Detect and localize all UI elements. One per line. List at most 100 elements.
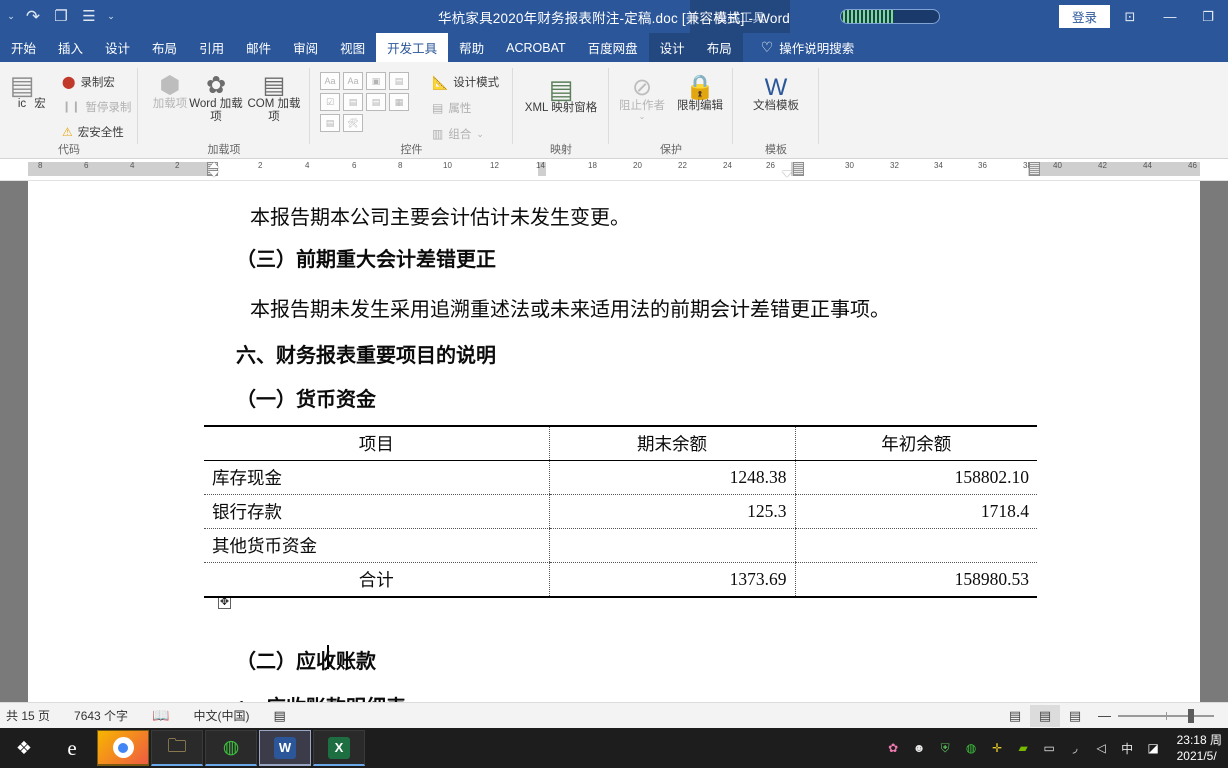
document-page[interactable]: 本报告期本公司主要会计估计未发生变更。 （三）前期重大会计差错更正 本报告期未发… <box>28 181 1200 702</box>
combo-box-control-icon[interactable]: ▤ <box>343 93 363 111</box>
ruler-tabstop-far[interactable] <box>1029 162 1040 176</box>
proofing-errors-icon[interactable]: 📖 <box>140 707 181 724</box>
tab-developer[interactable]: 开发工具 <box>376 33 449 62</box>
ruler-tabstop-right[interactable] <box>793 162 804 176</box>
sakura-icon[interactable]: ✿ <box>885 740 902 757</box>
qq-icon[interactable]: ☻ <box>911 740 928 757</box>
print-layout-view-button[interactable]: ▤ <box>1030 704 1060 727</box>
file-explorer-icon[interactable]: 🗀 <box>151 730 203 766</box>
com-add-ins-button[interactable]: ▤ COM 加载项 <box>242 74 306 124</box>
dropdown-list-control-icon[interactable]: ▤ <box>366 93 386 111</box>
page-count-status[interactable]: 共 15 页 <box>0 707 62 724</box>
wechat-icon[interactable]: ◍ <box>205 730 257 766</box>
rich-text-control-icon[interactable]: Aa <box>320 72 340 90</box>
tab-references[interactable]: 引用 <box>188 33 235 62</box>
macro-button[interactable]: ▫ 宏 <box>20 72 60 111</box>
zoom-slider-thumb[interactable] <box>1188 708 1194 723</box>
cell-ending-total[interactable]: 1373.69 <box>548 562 795 597</box>
cell-beginning-total[interactable]: 158980.53 <box>794 562 1037 597</box>
table-row[interactable]: 其他货币资金 <box>204 528 1037 563</box>
zoom-out-button[interactable]: — <box>1098 708 1111 723</box>
battery-icon[interactable]: ▭ <box>1041 740 1058 757</box>
wechat-tray-icon[interactable]: ◍ <box>963 740 980 757</box>
checkbox-control-icon[interactable]: ☑ <box>320 93 340 111</box>
building-block-control-icon[interactable]: ▤ <box>389 72 409 90</box>
tab-mailings[interactable]: 邮件 <box>235 33 282 62</box>
taskbar-clock[interactable]: 23:18 周 2021/5/ <box>1171 732 1224 764</box>
cell-item-other-monetary-funds[interactable]: 其他货币资金 <box>204 528 549 563</box>
right-indent-marker[interactable] <box>782 171 792 177</box>
cell-ending-cash-on-hand[interactable]: 1248.38 <box>548 460 795 495</box>
tab-acrobat[interactable]: ACROBAT <box>495 33 577 62</box>
cell-item-total[interactable]: 合计 <box>204 563 549 598</box>
tab-review[interactable]: 审阅 <box>282 33 329 62</box>
update-icon[interactable]: ✛ <box>989 740 1006 757</box>
tab-home[interactable]: 开始 <box>0 33 47 62</box>
word-count-status[interactable]: 7643 个字 <box>62 707 140 724</box>
restrict-editing-button[interactable]: 🔒 限制编辑 <box>671 76 729 113</box>
cell-ending-other-monetary-funds[interactable] <box>548 528 795 563</box>
sign-in-button[interactable]: 登录 <box>1058 5 1110 28</box>
heading-ar-detail[interactable]: 1．应收账款明细表 <box>236 691 406 702</box>
windows-start-icon[interactable]: ❖ <box>0 728 48 768</box>
table-row[interactable]: 银行存款 125.3 1718.4 <box>204 494 1037 529</box>
tab-view[interactable]: 视图 <box>329 33 376 62</box>
date-picker-control-icon[interactable]: ▦ <box>389 93 409 111</box>
document-template-button[interactable]: W 文档模板 <box>737 76 815 113</box>
cell-beginning-bank-deposit[interactable]: 1718.4 <box>794 494 1037 529</box>
cell-beginning-other-monetary-funds[interactable] <box>794 528 1037 563</box>
content-controls-gallery[interactable]: Aa Aa ▣ ▤ ☑ ▤ ▤ ▦ ▤ 🛠 <box>320 72 409 132</box>
heading-prior-error-correction[interactable]: （三）前期重大会计差错更正 <box>236 243 496 272</box>
ribbon-display-options-icon[interactable]: ⊡ <box>1110 0 1150 33</box>
macro-security-button[interactable]: ⚠ 宏安全性 <box>62 124 124 140</box>
format-painter-icon[interactable]: ❐ <box>48 4 74 30</box>
horizontal-ruler[interactable]: 8 6 4 2 2 4 6 8 10 12 14 18 20 22 24 26 … <box>0 159 1228 181</box>
redo-icon[interactable]: ↷ <box>20 4 46 30</box>
tell-me-search[interactable]: ♡ 操作说明搜索 <box>743 33 865 62</box>
word-add-ins-button[interactable]: ✿ Word 加载项 <box>188 74 244 124</box>
volume-icon[interactable]: ◁ <box>1093 740 1110 757</box>
record-macro-button[interactable]: ⬤ 录制宏 <box>62 74 115 90</box>
para-accounting-estimate[interactable]: 本报告期本公司主要会计估计未发生变更。 <box>250 201 630 230</box>
cell-ending-bank-deposit[interactable]: 125.3 <box>548 494 795 529</box>
tab-insert[interactable]: 插入 <box>47 33 94 62</box>
xml-mapping-pane-button[interactable]: ▤ XML 映射窗格 <box>517 76 605 115</box>
zoom-control[interactable]: — <box>1090 708 1222 723</box>
list-icon[interactable]: ☰ <box>76 4 102 30</box>
read-mode-view-button[interactable]: ▤ <box>1000 705 1030 727</box>
maximize-icon[interactable]: ❐ <box>1188 0 1228 33</box>
cell-item-bank-deposit[interactable]: 银行存款 <box>204 494 549 529</box>
nvidia-icon[interactable]: ▰ <box>1015 740 1032 757</box>
table-row[interactable]: 库存现金 1248.38 158802.10 <box>204 460 1037 495</box>
wifi-icon[interactable]: ◞ <box>1067 740 1084 757</box>
document-canvas[interactable]: 本报告期本公司主要会计估计未发生变更。 （三）前期重大会计差错更正 本报告期未发… <box>0 181 1228 702</box>
heading-section-six[interactable]: 六、财务报表重要项目的说明 <box>236 339 496 368</box>
legacy-tools-icon[interactable]: 🛠 <box>343 114 363 132</box>
heading-accounts-receivable[interactable]: （二）应收账款 <box>236 645 376 674</box>
tab-layout[interactable]: 布局 <box>141 33 188 62</box>
tab-table-design[interactable]: 设计 <box>649 33 696 62</box>
security-shield-icon[interactable]: ⛨ <box>937 740 954 757</box>
cloud-sync-icon[interactable]: ◪ <box>1145 740 1162 757</box>
web-layout-view-button[interactable]: ▤ <box>1060 705 1090 727</box>
picture-control-icon[interactable]: ▣ <box>366 72 386 90</box>
table-row-total[interactable]: 合计 1373.69 158980.53 <box>204 562 1037 598</box>
first-line-indent-marker[interactable] <box>209 162 219 168</box>
edge-icon[interactable]: e <box>48 728 96 768</box>
customize-qat-icon[interactable]: ⌄ <box>4 4 18 30</box>
cell-item-cash-on-hand[interactable]: 库存现金 <box>204 460 549 495</box>
repeating-section-control-icon[interactable]: ▤ <box>320 114 340 132</box>
cell-beginning-cash-on-hand[interactable]: 158802.10 <box>794 460 1037 495</box>
tab-help[interactable]: 帮助 <box>448 33 495 62</box>
word-icon[interactable]: W <box>259 730 311 766</box>
design-mode-button[interactable]: 📐 设计模式 <box>432 74 499 90</box>
ime-chinese-icon[interactable]: 中 <box>1119 740 1136 757</box>
minimize-icon[interactable]: — <box>1150 0 1190 33</box>
qat-more-icon[interactable]: ⌄ <box>104 4 118 30</box>
para-no-prior-error[interactable]: 本报告期未发生采用追溯重述法或未来适用法的前期会计差错更正事项。 <box>250 293 890 322</box>
heading-monetary-funds[interactable]: （一）货币资金 <box>236 383 376 412</box>
zoom-slider-track[interactable] <box>1118 708 1214 723</box>
hanging-indent-marker[interactable] <box>209 171 219 177</box>
chrome-icon[interactable] <box>97 730 149 766</box>
excel-icon[interactable]: X <box>313 730 365 766</box>
